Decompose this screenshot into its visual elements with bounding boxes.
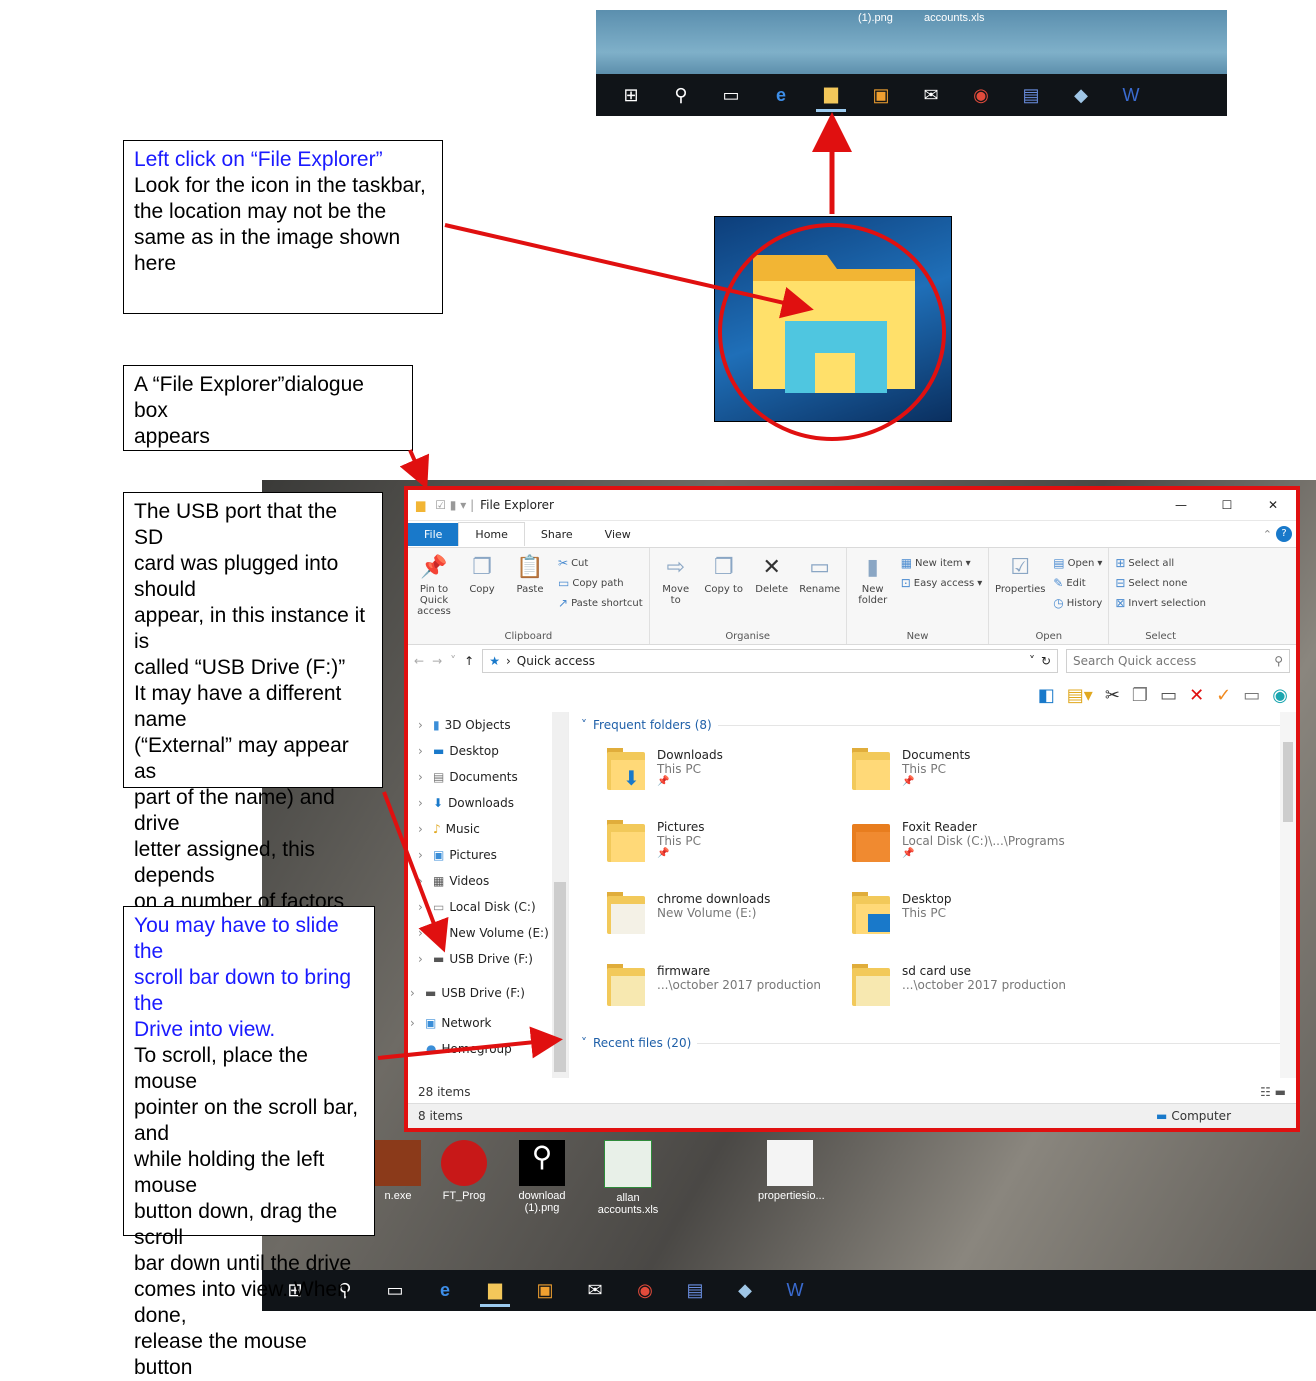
annotation-overlay: [377, 112, 946, 1060]
arrow-to-icon: [444, 223, 814, 319]
arrow-to-window: [399, 449, 430, 490]
arrow-to-scrollbar: [377, 1026, 563, 1060]
arrow-to-usb: [382, 791, 449, 953]
highlight-circle: [718, 223, 946, 441]
